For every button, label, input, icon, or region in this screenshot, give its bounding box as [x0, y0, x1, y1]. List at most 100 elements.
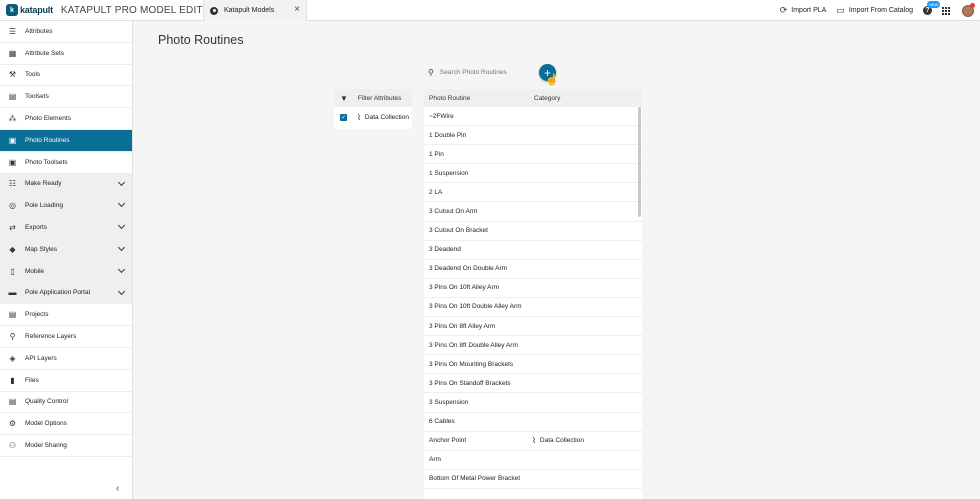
sidebar-item-model-sharing[interactable]: ⚇ Model Sharing — [0, 435, 132, 457]
sidebar-item-label: Reference Layers — [25, 333, 77, 341]
scrollbar[interactable] — [638, 107, 641, 217]
tab-katapult-models[interactable]: Katapult Models × — [203, 0, 307, 21]
table-row[interactable]: 3 Pins On Standoff Brackets — [424, 374, 642, 394]
sidebar-item-label: Tools — [25, 71, 41, 79]
photo-routine-name: 3 Suspension — [429, 398, 469, 406]
search-icon: ⚲ — [428, 67, 434, 77]
chevron-down-icon[interactable] — [117, 265, 126, 273]
sidebar-item-make-ready[interactable]: ☷ Make Ready — [0, 173, 132, 196]
sidebar-item-pole-loading[interactable]: ◎ Pole Loading — [0, 195, 132, 218]
sidebar-item-label: Mobile — [25, 267, 45, 275]
line-chart-icon: ⌇ — [357, 112, 361, 122]
sidebar-item-label: Make Ready — [25, 180, 62, 188]
pole-loading-icon: ◎ — [9, 201, 16, 211]
avatar[interactable] — [962, 2, 975, 17]
sidebar-item-label: Files — [25, 376, 39, 384]
table-row[interactable]: 3 Pins On 8ft Double Alley Arm — [424, 336, 642, 356]
close-icon[interactable]: × — [294, 4, 300, 15]
sidebar-item-mobile[interactable]: ▯ Mobile — [0, 260, 132, 283]
table-row[interactable]: 6 Cables — [424, 413, 642, 432]
shapes-icon: ⁂ — [8, 114, 17, 124]
photo-routine-name: 3 Pins On Standoff Brackets — [429, 379, 511, 387]
photo-routine-name: 1 Double Pin — [429, 131, 467, 139]
table-row[interactable]: 3 Pins On Mounting Brackets — [424, 355, 642, 375]
apps-grid-icon[interactable] — [942, 6, 950, 15]
table-row[interactable]: Anchor Point ⌇ Data Collection — [424, 432, 642, 451]
sidebar-item-photo-elements[interactable]: ⁂ Photo Elements — [0, 108, 132, 130]
table-icon: ▦ — [8, 48, 17, 58]
sidebar-item-toolsets[interactable]: ▤ Toolsets — [0, 86, 132, 109]
sidebar-item-label: Exports — [25, 224, 48, 232]
photo-routine-name: Arm — [429, 456, 441, 464]
sidebar-item-photo-toolsets[interactable]: ▣ Photo Toolsets — [0, 152, 132, 174]
table-row[interactable]: 1 Pin — [424, 145, 642, 165]
logo-text: katapult — [20, 5, 53, 15]
sidebar-item-model-options[interactable]: ⚙ Model Options — [0, 413, 132, 436]
table-row[interactable]: 3 Suspension — [424, 393, 642, 413]
sidebar-item-files[interactable]: ▮ Files — [0, 370, 132, 392]
chevron-down-icon[interactable] — [117, 200, 126, 208]
column-header-category[interactable]: Category — [530, 95, 560, 102]
sidebar-item-reference-layers[interactable]: ⚲ Reference Layers — [0, 326, 132, 348]
import-pla-label: Import PLA — [791, 7, 827, 14]
table-body: ~2FWire 1 Double Pin 1 Pin 1 Suspension 2 LA… — [424, 107, 642, 489]
table-row[interactable]: 3 Pins On 8ft Alley Arm — [424, 317, 642, 337]
table-row[interactable]: 2 LA — [424, 183, 642, 203]
collapse-sidebar-icon[interactable]: ‹ — [116, 483, 119, 494]
app-title: KATAPULT PRO MODEL EDITOR — [60, 4, 218, 16]
table-row[interactable]: Bottom Of Metal Power Bracket — [424, 470, 642, 489]
sidebar-item-exports[interactable]: ⇄ Exports — [0, 217, 132, 239]
chevron-down-icon[interactable] — [117, 222, 126, 230]
katapult-logo-icon: k — [6, 4, 18, 16]
quality-icon: ▤ — [8, 397, 17, 407]
logo[interactable]: k katapult — [6, 4, 53, 16]
filter-option-data-collection[interactable]: ✓ ⌇ Data Collection — [334, 107, 412, 127]
search-box[interactable]: ⚲ — [424, 63, 534, 81]
import-catalog-label: Import From Catalog — [848, 7, 913, 14]
chevron-down-icon[interactable] — [117, 243, 126, 252]
table-row[interactable]: 3 Pins On 10ft Alley Arm — [424, 279, 642, 298]
sidebar-item-label: Map Styles — [25, 245, 58, 253]
help-button[interactable]: ? NEW — [923, 1, 941, 15]
page-title: Photo Routines — [158, 33, 244, 47]
sidebar-item-map-styles[interactable]: ◆ Map Styles — [0, 238, 132, 261]
table-row[interactable]: 1 Suspension — [424, 164, 642, 184]
sidebar-item-label: Pole Application Portal — [25, 289, 91, 297]
import-pla-button[interactable]: ⟳ Import PLA — [780, 5, 827, 16]
table-row[interactable]: ~2FWire — [424, 107, 642, 127]
table-row[interactable]: 3 Cutout On Arm — [424, 202, 642, 222]
table-row[interactable]: 3 Pins On 10ft Double Alley Arm — [424, 298, 642, 318]
sidebar-item-quality-control[interactable]: ▤ Quality Control — [0, 392, 132, 414]
filter-header[interactable]: ▼ Filter Attributes — [334, 89, 412, 107]
table-header: Photo Routine Category — [424, 89, 642, 107]
sidebar-item-label: Model Options — [25, 420, 67, 428]
column-header-photo-routine[interactable]: Photo Routine — [424, 95, 530, 102]
sidebar: ☰ Attributes ▦ Attribute Sets ⚒ Tools ▤ Toolset… — [0, 21, 133, 499]
table-row[interactable]: 3 Deadend — [424, 241, 642, 260]
table-row[interactable]: 1 Double Pin — [424, 126, 642, 146]
sidebar-item-label: Photo Routines — [25, 136, 70, 144]
filter-panel: ▼ Filter Attributes ✓ ⌇ Data Collection — [334, 89, 412, 129]
photo-routine-icon: ▣ — [8, 135, 17, 145]
location-icon: ⚲ — [9, 332, 16, 342]
sidebar-item-tools[interactable]: ⚒ Tools — [0, 65, 132, 87]
map-styles-icon: ◆ — [9, 244, 16, 254]
chevron-down-icon[interactable] — [117, 178, 126, 186]
import-catalog-button[interactable]: ▭ Import From Catalog — [836, 5, 913, 16]
table-row[interactable]: 3 Cutout On Bracket — [424, 222, 642, 241]
checkbox-checked-icon[interactable]: ✓ — [340, 113, 347, 121]
table-row[interactable]: 3 Deadend On Double Arm — [424, 260, 642, 279]
sidebar-item-label: Photo Toolsets — [25, 158, 68, 166]
table-row[interactable]: Arm — [424, 451, 642, 470]
sidebar-item-photo-routines[interactable]: ▣ Photo Routines — [0, 129, 132, 152]
sidebar-item-attribute-sets[interactable]: ▦ Attribute Sets — [0, 43, 132, 65]
search-input[interactable] — [439, 68, 530, 76]
filter-icon: ▼ — [340, 93, 348, 103]
sidebar-item-pole-application-portal[interactable]: ▬ Pole Application Portal — [0, 282, 132, 305]
sidebar-item-attributes[interactable]: ☰ Attributes — [0, 21, 132, 43]
chevron-down-icon[interactable] — [117, 287, 126, 295]
sidebar-item-api-layers[interactable]: ◈ API Layers — [0, 348, 132, 370]
sidebar-item-label: Attributes — [25, 27, 53, 35]
sidebar-item-projects[interactable]: ▤ Projects — [0, 304, 132, 327]
photo-routine-name: 3 Pins On 8ft Alley Arm — [429, 322, 496, 330]
